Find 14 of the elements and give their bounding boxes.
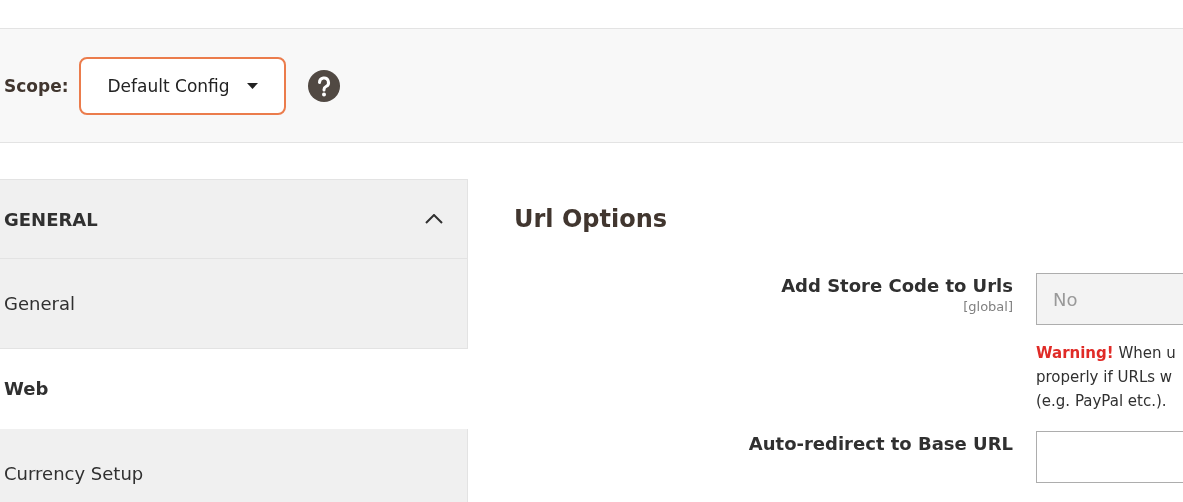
warning-text: Warning! When u properly if URLs w (e.g. PayPal etc.). <box>1036 343 1177 412</box>
sidebar-item[interactable]: General <box>0 259 468 349</box>
scope-label: Scope: <box>4 75 69 96</box>
sidebar-item[interactable]: Currency Setup <box>0 429 468 502</box>
scope-note: [global] <box>962 299 1013 314</box>
field-label: Auto-redirect to Base URL <box>747 432 1013 456</box>
help-icon[interactable] <box>307 69 340 102</box>
field-label: Add Store Code to Urls <box>780 274 1013 298</box>
section-header[interactable]: GENERAL <box>0 179 468 259</box>
section-heading: Url Options <box>514 205 669 233</box>
section-title: GENERAL <box>4 208 98 230</box>
scope-select[interactable]: Default Config <box>78 56 286 115</box>
caret-icon <box>246 82 258 89</box>
select-field[interactable] <box>1036 431 1183 483</box>
